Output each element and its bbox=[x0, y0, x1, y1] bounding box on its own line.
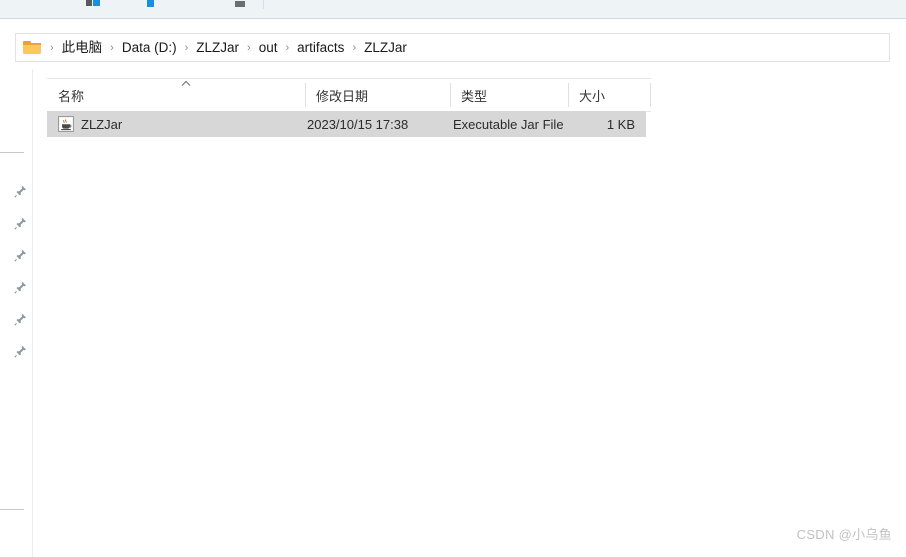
column-header-size[interactable]: 大小 bbox=[568, 79, 650, 111]
copy-icon[interactable] bbox=[143, 0, 159, 7]
breadcrumb-separator-1: › bbox=[110, 41, 114, 54]
breadcrumb-item-zlzjar[interactable]: ZLZJar bbox=[192, 38, 243, 58]
nav-separator-top bbox=[0, 152, 24, 153]
breadcrumb-separator-5: › bbox=[352, 41, 357, 54]
file-size-cell: 1 KB bbox=[606, 116, 635, 132]
breadcrumb-item-zlzjar-2[interactable]: ZLZJar bbox=[360, 38, 411, 58]
pinned-item-6[interactable] bbox=[0, 336, 32, 368]
jar-file-icon bbox=[58, 116, 74, 132]
file-name-label: ZLZJar bbox=[81, 116, 123, 132]
breadcrumb-separator-0: › bbox=[50, 41, 54, 54]
address-bar[interactable]: › 此电脑 › Data (D:) › ZLZJar › out › artif… bbox=[15, 33, 890, 62]
column-header-name[interactable]: 名称 bbox=[47, 79, 305, 111]
column-header-type[interactable]: 类型 bbox=[450, 79, 568, 111]
paste-icon[interactable] bbox=[232, 0, 248, 7]
navigation-pane bbox=[0, 69, 33, 557]
file-name-cell[interactable]: ZLZJar bbox=[58, 111, 122, 137]
watermark: CSDN @小乌鱼 bbox=[796, 527, 892, 542]
pin-icon bbox=[14, 313, 27, 326]
table-row[interactable]: ZLZJar 2023/10/15 17:38 Executable Jar F… bbox=[47, 111, 646, 137]
pinned-item-2[interactable] bbox=[0, 208, 32, 240]
file-date-modified-cell: 2023/10/15 17:38 bbox=[307, 116, 409, 132]
pin-icon bbox=[14, 217, 27, 230]
column-divider-4[interactable] bbox=[650, 83, 651, 107]
pinned-item-4[interactable] bbox=[0, 272, 32, 304]
column-header-row: 名称 修改日期 类型 大小 bbox=[47, 78, 651, 112]
breadcrumb-separator-2: › bbox=[184, 41, 189, 54]
column-header-date-modified[interactable]: 修改日期 bbox=[305, 79, 450, 111]
toolbar-strip bbox=[0, 0, 906, 19]
share-icon[interactable] bbox=[85, 0, 101, 7]
nav-separator-bottom bbox=[0, 509, 24, 510]
breadcrumb-item-out[interactable]: out bbox=[255, 38, 282, 58]
pinned-item-5[interactable] bbox=[0, 304, 32, 336]
pin-icon bbox=[14, 185, 27, 198]
breadcrumb: › 此电脑 › Data (D:) › ZLZJar › out › artif… bbox=[46, 38, 411, 58]
breadcrumb-item-data-d[interactable]: Data (D:) bbox=[118, 38, 181, 58]
pinned-item-3[interactable] bbox=[0, 240, 32, 272]
pin-icon bbox=[14, 249, 27, 262]
breadcrumb-separator-4: › bbox=[285, 41, 290, 54]
toolbar-separator bbox=[263, 0, 264, 9]
breadcrumb-separator-3: › bbox=[247, 41, 251, 54]
breadcrumb-item-this-pc[interactable]: 此电脑 bbox=[58, 38, 107, 58]
pin-icon bbox=[14, 345, 27, 358]
pinned-item-1[interactable] bbox=[0, 176, 32, 208]
folder-icon[interactable] bbox=[23, 40, 43, 56]
pin-icon bbox=[14, 281, 27, 294]
file-list: 名称 修改日期 类型 大小 ZLZJar 2023/10/15 17:38 Ex… bbox=[47, 78, 651, 137]
breadcrumb-item-artifacts[interactable]: artifacts bbox=[293, 38, 348, 58]
